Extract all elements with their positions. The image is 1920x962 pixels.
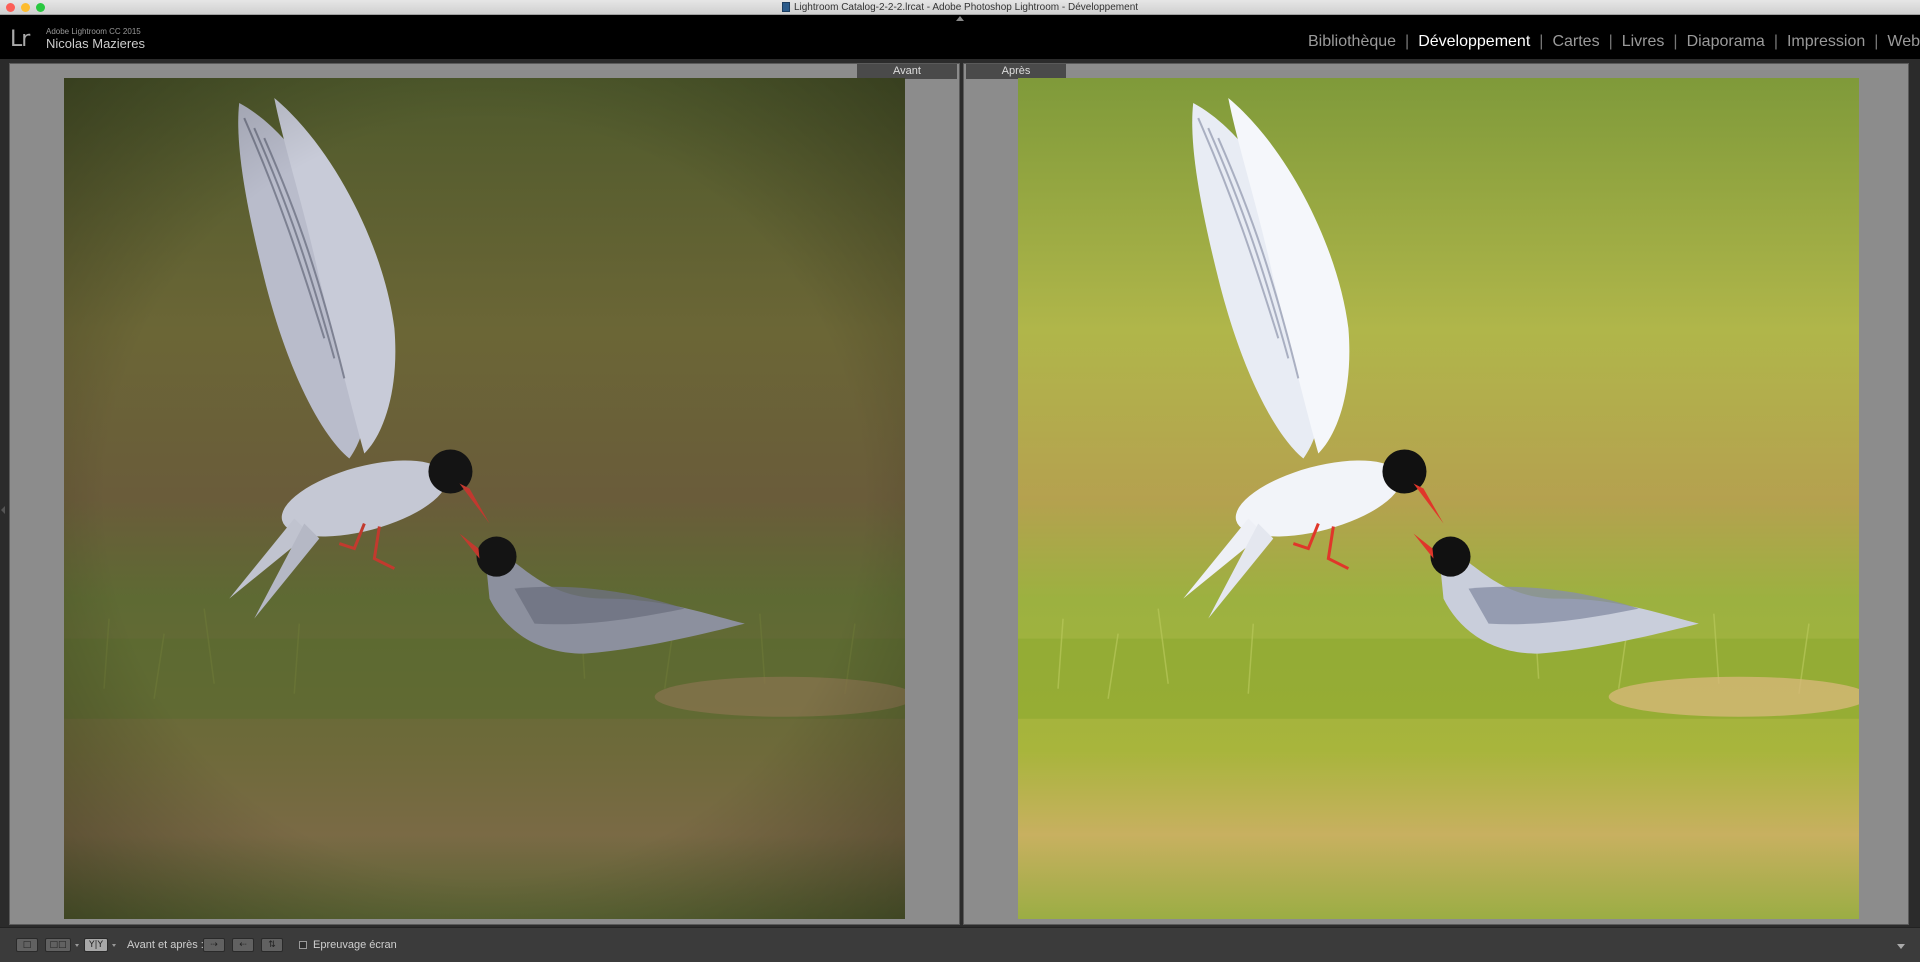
bottom-toolbar: □ □□ Y|Y Avant et après : ⇢ ⇠ ⇅ Epreuvag… bbox=[0, 927, 1920, 962]
soft-proof-checkbox[interactable] bbox=[299, 941, 307, 949]
module-separator: | bbox=[1673, 33, 1678, 50]
copy-before-to-after-icon[interactable]: ⇢ bbox=[203, 938, 225, 952]
module-developpement[interactable]: Développement bbox=[1418, 33, 1530, 51]
window-titlebar: Lightroom Catalog-2-2-2.lrcat - Adobe Ph… bbox=[0, 0, 1920, 15]
module-bibliotheque[interactable]: Bibliothèque bbox=[1308, 33, 1396, 51]
single-view-glyph: □ bbox=[22, 940, 32, 950]
single-view-icon[interactable]: □ bbox=[16, 938, 38, 952]
window-title: Lightroom Catalog-2-2-2.lrcat - Adobe Ph… bbox=[781, 1, 1139, 13]
maximize-window-button[interactable] bbox=[36, 3, 45, 12]
module-web[interactable]: Web bbox=[1887, 33, 1920, 51]
product-name: Adobe Lightroom CC 2015 bbox=[46, 27, 141, 36]
after-pane: Après bbox=[963, 63, 1909, 925]
terns-photo-before bbox=[64, 78, 905, 919]
module-impression[interactable]: Impression bbox=[1787, 33, 1865, 51]
close-window-button[interactable] bbox=[6, 3, 15, 12]
chevron-down-icon[interactable] bbox=[75, 944, 79, 947]
document-icon bbox=[781, 2, 790, 12]
lightroom-logo: Lr bbox=[10, 27, 30, 52]
window-title-text: Lightroom Catalog-2-2-2.lrcat - Adobe Ph… bbox=[793, 1, 1139, 13]
before-after-label: Avant et après : bbox=[127, 939, 204, 951]
after-photo[interactable] bbox=[1018, 78, 1859, 919]
toolbar-menu-chevron-down-icon[interactable] bbox=[1897, 944, 1905, 949]
module-livres[interactable]: Livres bbox=[1622, 33, 1665, 51]
before-label: Avant bbox=[857, 64, 957, 79]
copy-after-to-before-glyph: ⇠ bbox=[239, 940, 247, 950]
module-separator: | bbox=[1773, 33, 1778, 50]
copy-after-to-before-icon[interactable]: ⇠ bbox=[232, 938, 254, 952]
terns-photo-after bbox=[1018, 78, 1859, 919]
module-separator: | bbox=[1539, 33, 1544, 50]
swap-glyph: ⇅ bbox=[268, 940, 276, 950]
minimize-window-button[interactable] bbox=[21, 3, 30, 12]
module-separator: | bbox=[1405, 33, 1410, 50]
user-name: Nicolas Mazieres bbox=[46, 36, 145, 51]
copy-before-to-after-glyph: ⇢ bbox=[210, 940, 218, 950]
module-cartes[interactable]: Cartes bbox=[1552, 33, 1599, 51]
before-after-glyph: Y|Y bbox=[88, 940, 104, 950]
before-after-view-icon[interactable]: Y|Y bbox=[84, 938, 108, 952]
swap-icon[interactable]: ⇅ bbox=[261, 938, 283, 952]
before-pane: Avant bbox=[9, 63, 960, 925]
image-display-area: Avant Après bbox=[0, 59, 1920, 927]
expand-left-panel-icon[interactable] bbox=[1, 506, 5, 514]
module-header: Lr Adobe Lightroom CC 2015 Nicolas Mazie… bbox=[0, 15, 1920, 59]
module-picker: Bibliothèque | Développement | Cartes | … bbox=[1308, 33, 1920, 51]
before-photo[interactable] bbox=[64, 78, 905, 919]
collapse-top-panel-icon[interactable] bbox=[956, 16, 964, 21]
compare-view-glyph: □□ bbox=[49, 940, 67, 950]
module-separator: | bbox=[1874, 33, 1879, 50]
soft-proof-label: Epreuvage écran bbox=[313, 939, 397, 951]
after-label: Après bbox=[966, 64, 1066, 79]
chevron-down-icon[interactable] bbox=[112, 944, 116, 947]
compare-view-icon[interactable]: □□ bbox=[45, 938, 71, 952]
module-diaporama[interactable]: Diaporama bbox=[1687, 33, 1765, 51]
module-separator: | bbox=[1608, 33, 1613, 50]
